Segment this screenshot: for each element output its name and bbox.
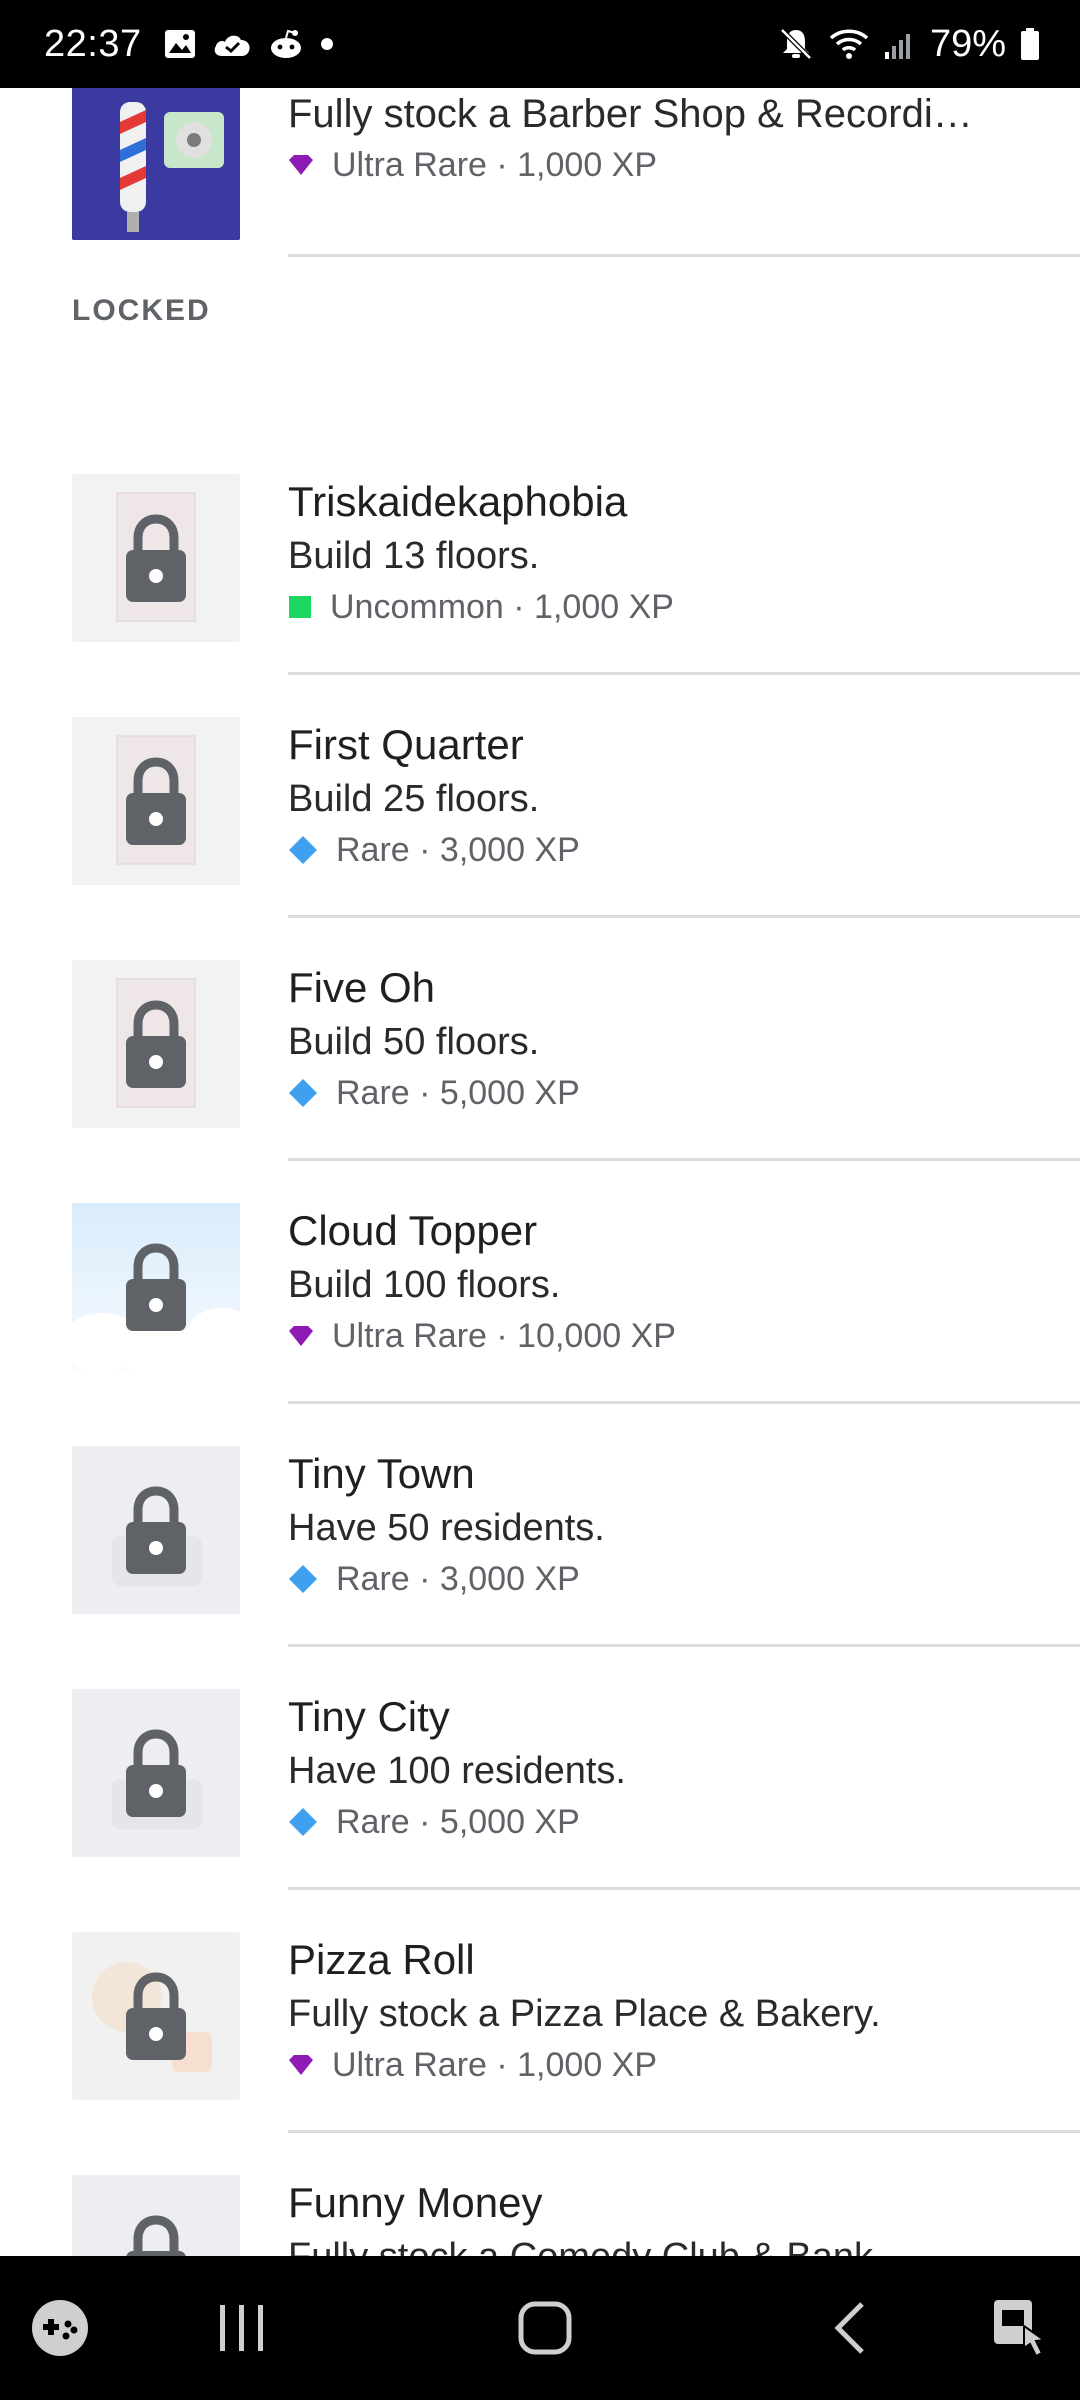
list-item[interactable]: Tiny City Have 100 residents. Rare · 5,000… — [0, 1647, 1080, 1890]
list-item[interactable]: First Quarter Build 25 floors. Rare · 3,00… — [0, 675, 1080, 918]
achievement-meta: Rare · 5,000 XP — [288, 1797, 1080, 1847]
uncommon-square-icon — [289, 596, 311, 618]
lock-icon — [126, 1486, 186, 1574]
achievement-description: Fully stock a Barber Shop & Recordi… — [288, 92, 973, 136]
achievement-meta: Ultra Rare · 10,000 XP — [288, 1311, 1080, 1361]
achievement-description: Build 25 floors. — [288, 778, 540, 820]
list-item[interactable]: Cloud Topper Build 100 floors. Ultra Rare … — [0, 1161, 1080, 1404]
lock-icon — [126, 1729, 186, 1817]
ultra-rare-gem-icon — [289, 2055, 313, 2075]
gallery-icon — [164, 30, 195, 58]
rare-diamond-icon — [289, 836, 317, 864]
achievement-title: Funny Money — [288, 2179, 543, 2226]
achievement-description: Fully stock a Comedy Club & Bank. — [288, 2231, 1080, 2256]
lock-icon — [126, 1972, 186, 2060]
achievement-title: Tiny City — [288, 1693, 450, 1740]
achievement-thumbnail — [72, 474, 240, 642]
status-right-icons: 79% — [778, 23, 1040, 66]
achievement-meta: Uncommon · 1,000 XP — [288, 582, 1080, 632]
lock-icon — [126, 514, 186, 602]
achievement-rarity-xp: Rare · 3,000 XP — [336, 1560, 580, 1598]
achievement-description: Have 50 residents. — [288, 1507, 605, 1549]
accessibility-button[interactable] — [980, 2256, 1060, 2400]
achievement-thumbnail — [72, 717, 240, 885]
achievement-title: First Quarter — [288, 721, 524, 768]
achievement-rarity-xp: Rare · 5,000 XP — [336, 1803, 580, 1841]
ultra-rare-gem-icon — [289, 155, 313, 175]
achievement-rarity-xp: Rare · 5,000 XP — [336, 1074, 580, 1112]
list-item[interactable]: Fully stock a Barber Shop & Recordi… Ult… — [0, 88, 1080, 312]
achievement-meta: Rare · 3,000 XP — [288, 1554, 1080, 1604]
home-icon — [518, 2301, 572, 2355]
signal-icon — [884, 34, 910, 59]
achievement-description: Build 13 floors. — [288, 535, 540, 577]
battery-icon — [1021, 28, 1039, 60]
recent-apps-icon — [220, 2305, 263, 2351]
list-item[interactable]: Five Oh Build 50 floors. Rare · 5,000 XP — [0, 918, 1080, 1161]
achievement-title: Tiny Town — [288, 1450, 475, 1497]
achievement-thumbnail — [72, 1689, 240, 1857]
rare-diamond-icon — [289, 1808, 317, 1836]
game-launcher-icon — [32, 2300, 88, 2356]
status-left-icons — [164, 29, 334, 59]
lock-icon — [126, 1000, 186, 1088]
list-item[interactable]: Triskaidekaphobia Build 13 floors. Uncommo… — [0, 432, 1080, 675]
achievement-rarity-xp: Ultra Rare · 10,000 XP — [332, 1317, 676, 1355]
achievement-rarity-xp: Ultra Rare · 1,000 XP — [332, 2046, 658, 2084]
rare-diamond-icon — [289, 1079, 317, 1107]
achievement-description: Have 100 residents. — [288, 1750, 626, 1792]
achievement-thumbnail — [72, 1932, 240, 2100]
lock-icon — [126, 1243, 186, 1331]
reddit-icon — [270, 29, 301, 58]
achievement-description: Build 50 floors. — [288, 1021, 540, 1063]
home-button[interactable] — [500, 2256, 590, 2400]
achievement-rarity-xp: Ultra Rare · 1,000 XP — [332, 146, 658, 184]
achievement-description: Build 100 floors. — [288, 1264, 561, 1306]
achievements-list[interactable]: Fully stock a Barber Shop & Recordi… Ult… — [0, 88, 1080, 2256]
status-time: 22:37 — [44, 22, 142, 65]
status-bar: 22:37 79% — [0, 0, 1080, 88]
achievement-thumbnail — [72, 960, 240, 1128]
achievement-thumbnail — [72, 1203, 240, 1371]
recent-apps-button[interactable] — [202, 2256, 282, 2400]
achievement-meta: Ultra Rare · 1,000 XP — [288, 2040, 1080, 2090]
game-launcher-button[interactable] — [20, 2256, 100, 2400]
achievement-thumbnail — [72, 88, 240, 240]
wifi-icon — [829, 29, 869, 59]
back-icon — [834, 2302, 864, 2354]
dot-icon — [320, 38, 333, 50]
divider — [288, 254, 1080, 257]
achievement-thumbnail — [72, 2175, 240, 2256]
navigation-bar — [0, 2256, 1080, 2400]
achievement-title: Cloud Topper — [288, 1207, 538, 1254]
achievement-meta: Rare · 3,000 XP — [288, 825, 1080, 875]
cloud-icon — [214, 35, 250, 56]
achievement-title: Five Oh — [288, 964, 436, 1011]
battery-percentage: 79% — [929, 22, 1006, 65]
mute-icon — [780, 28, 812, 60]
achievement-meta: Ultra Rare · 1,000 XP — [288, 140, 1080, 190]
section-header-locked: LOCKED — [72, 294, 211, 327]
achievement-title: Triskaidekaphobia — [288, 478, 628, 525]
lock-icon — [126, 757, 186, 845]
achievement-rarity-xp: Rare · 3,000 XP — [336, 831, 580, 869]
back-button[interactable] — [810, 2256, 890, 2400]
list-item[interactable]: Pizza Roll Fully stock a Pizza Place & Ba… — [0, 1890, 1080, 2133]
barber-pole-icon — [72, 88, 240, 240]
achievement-thumbnail — [72, 1446, 240, 1614]
accessibility-icon — [994, 2300, 1047, 2358]
rare-diamond-icon — [289, 1565, 317, 1593]
list-item[interactable]: Tiny Town Have 50 residents. Rare · 3,000 … — [0, 1404, 1080, 1647]
achievement-meta: Rare · 5,000 XP — [288, 1068, 1080, 1118]
achievement-description: Fully stock a Pizza Place & Bakery. — [288, 1993, 881, 2035]
achievement-rarity-xp: Uncommon · 1,000 XP — [330, 588, 674, 626]
lock-icon — [126, 2215, 186, 2256]
achievement-title: Pizza Roll — [288, 1936, 475, 1983]
list-item[interactable]: Funny Money Fully stock a Comedy Club & B… — [0, 2133, 1080, 2256]
ultra-rare-gem-icon — [289, 1326, 313, 1346]
